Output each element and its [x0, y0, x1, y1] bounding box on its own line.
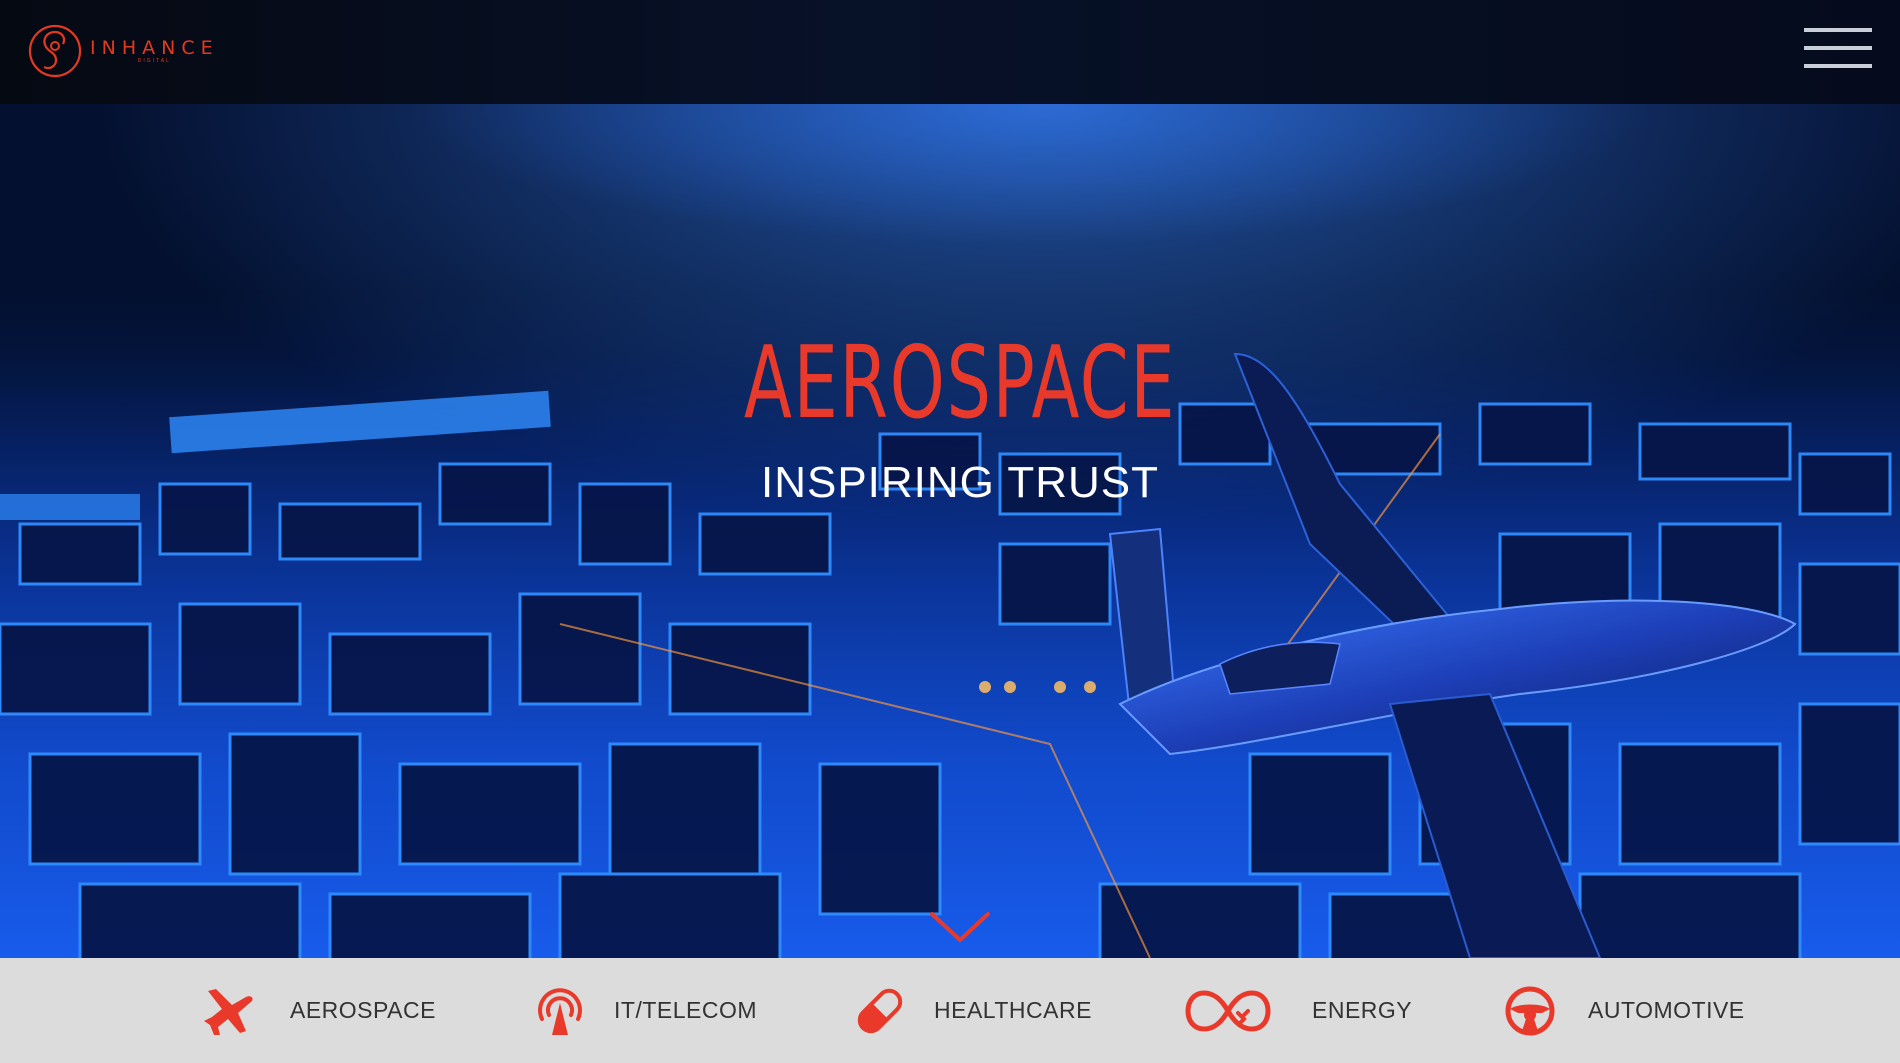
logo-subword: DIGITAL [137, 58, 171, 64]
logo-word: INHANCE [90, 37, 219, 59]
hamburger-menu-icon[interactable] [1804, 26, 1872, 72]
steering-wheel-icon [1505, 986, 1555, 1035]
page: INHANCE DIGITAL AEROSPACE INSPIRING TRUS… [0, 0, 1900, 1063]
logo-wordmark: INHANCE DIGITAL [90, 38, 219, 64]
menu-line [1804, 28, 1872, 32]
chevron-down-icon[interactable] [928, 910, 992, 946]
industry-navigation-bar: AEROSPACE IT/TELECOM HEALTHCARE ENERGY A… [0, 958, 1900, 1063]
industry-label: IT/TELECOM [614, 997, 758, 1023]
industry-item-it-telecom[interactable]: IT/TELECOM [532, 958, 757, 1063]
industry-item-healthcare[interactable]: HEALTHCARE [852, 958, 1092, 1063]
top-navigation-bar: INHANCE DIGITAL [0, 0, 1900, 104]
menu-line [1804, 46, 1872, 50]
menu-line [1804, 64, 1872, 68]
inhance-logo[interactable]: INHANCE DIGITAL [26, 22, 219, 80]
broadcast-tower-icon [538, 987, 582, 1035]
pill-capsule-icon [857, 988, 903, 1033]
airplane-icon [204, 988, 253, 1035]
hero-subtitle: INSPIRING TRUST [760, 458, 1159, 507]
industry-label: AUTOMOTIVE [1588, 997, 1745, 1023]
industry-item-energy[interactable]: ENERGY [1182, 958, 1412, 1063]
infinity-plug-icon [1185, 989, 1271, 1032]
hero-background-image [0, 104, 1900, 958]
industry-item-aerospace[interactable]: AEROSPACE [202, 958, 436, 1063]
industry-label: HEALTHCARE [934, 997, 1092, 1023]
hero-title: AEROSPACE [743, 324, 1177, 441]
hero-banner: AEROSPACE INSPIRING TRUST [0, 104, 1900, 958]
industry-item-automotive[interactable]: AUTOMOTIVE [1502, 958, 1745, 1063]
industry-label: ENERGY [1312, 997, 1413, 1023]
industry-label: AEROSPACE [290, 997, 436, 1023]
logo-mark-icon [28, 24, 82, 78]
